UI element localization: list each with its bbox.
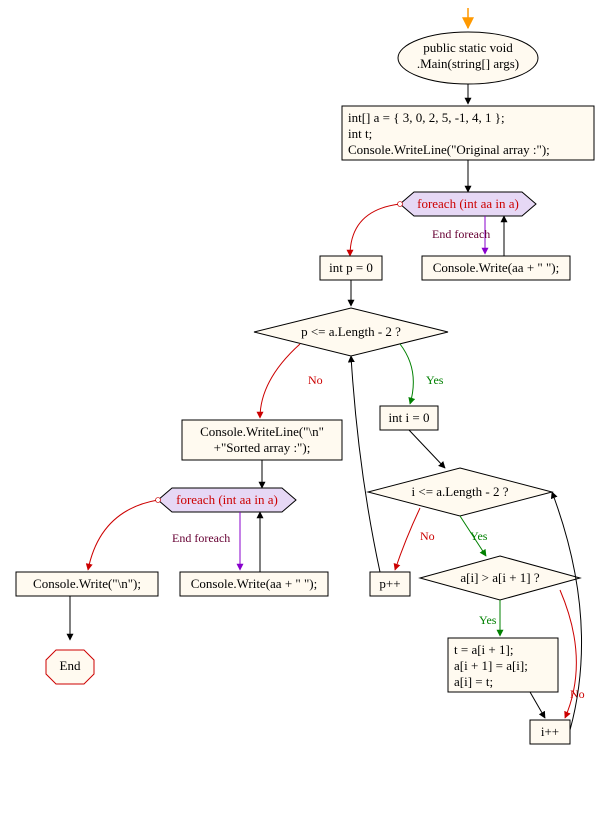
init-l1: int[] a = { 3, 0, 2, 5, -1, 4, 1 }; — [348, 110, 505, 125]
cond-i-text: i <= a.Length - 2 ? — [412, 484, 509, 499]
cond-p-text: p <= a.Length - 2 ? — [301, 324, 401, 339]
flowchart-diagram: public static void .Main(string[] args) … — [0, 0, 605, 822]
end-foreach-2: End foreach — [172, 531, 230, 545]
ppp-text: p++ — [379, 576, 400, 591]
foreach2-text: foreach (int aa in a) — [176, 492, 278, 507]
end-text: End — [60, 658, 81, 673]
sorted-l1: Console.WriteLine("\n" — [200, 424, 324, 439]
cond-swap-text: a[i] > a[i + 1] ? — [460, 570, 539, 585]
start-text-2: .Main(string[] args) — [417, 56, 519, 71]
init-l2: int t; — [348, 126, 372, 141]
cond-p-no: No — [308, 373, 323, 387]
init-l3: Console.WriteLine("Original array :"); — [348, 142, 550, 157]
cond-p-yes: Yes — [426, 373, 444, 387]
swap-l2: a[i + 1] = a[i]; — [454, 658, 528, 673]
start-text-1: public static void — [423, 40, 513, 55]
cond-i-yes: Yes — [470, 529, 488, 543]
cond-i-no: No — [420, 529, 435, 543]
cond-swap-yes: Yes — [479, 613, 497, 627]
nl-text: Console.Write("\n"); — [33, 576, 141, 591]
end-foreach-1: End foreach — [432, 227, 490, 241]
write1-text: Console.Write(aa + " "); — [433, 260, 559, 275]
p0-text: int p = 0 — [329, 260, 373, 275]
swap-l1: t = a[i + 1]; — [454, 642, 513, 657]
sorted-l2: +"Sorted array :"); — [214, 440, 311, 455]
write2-text: Console.Write(aa + " "); — [191, 576, 317, 591]
swap-l3: a[i] = t; — [454, 674, 493, 689]
i0-text: int i = 0 — [389, 410, 430, 425]
foreach1-text: foreach (int aa in a) — [417, 196, 519, 211]
ipp-text: i++ — [541, 724, 559, 739]
